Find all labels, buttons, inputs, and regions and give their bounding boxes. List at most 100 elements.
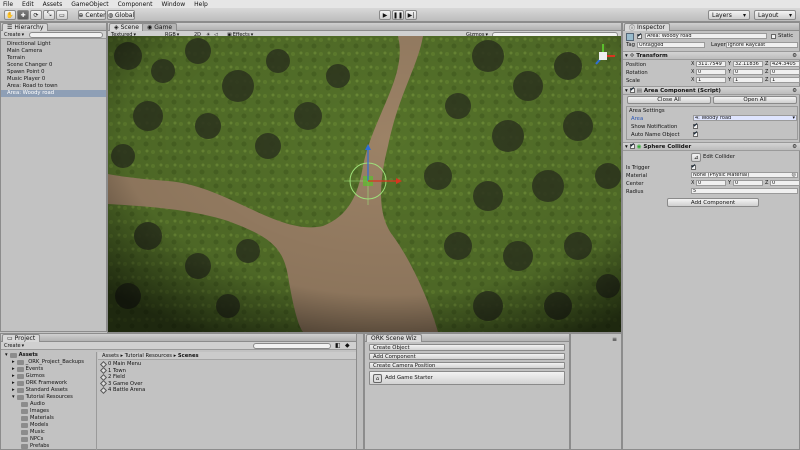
x-field[interactable]: 0	[696, 69, 726, 75]
add-game-starter-button[interactable]: ⌂ Add Game Starter	[369, 371, 565, 385]
create-camera-position-button[interactable]: Create Camera Position	[369, 362, 565, 369]
filter-type-icon[interactable]: ◧	[335, 342, 341, 349]
hierarchy-item[interactable]: Spawn Point 0	[1, 69, 106, 76]
create-object-button[interactable]: Create Object	[369, 344, 565, 351]
menu-edit[interactable]: Edit	[22, 1, 34, 8]
menu-help[interactable]: Help	[194, 1, 208, 8]
layout-dropdown[interactable]: Layout ▾	[754, 10, 796, 20]
play-button[interactable]: ▶	[379, 10, 391, 20]
hierarchy-create-dropdown[interactable]: Create ▾	[4, 32, 24, 38]
radius-field[interactable]: 5	[691, 188, 798, 194]
project-create-dropdown[interactable]: Create ▾	[4, 343, 24, 349]
gear-icon[interactable]: ⚙	[792, 53, 797, 59]
y-field[interactable]: 0	[733, 69, 763, 75]
hierarchy-search-input[interactable]	[29, 32, 103, 38]
object-picker-icon[interactable]: ◎	[792, 173, 796, 177]
x-field[interactable]: 0	[696, 180, 726, 186]
add-component-ork-button[interactable]: Add Component	[369, 353, 565, 360]
menu-gameobject[interactable]: GameObject	[71, 1, 108, 8]
x-field[interactable]: 311.7549	[696, 61, 726, 67]
expand-arrow-icon[interactable]: ▸	[12, 373, 15, 380]
menu-assets[interactable]: Assets	[43, 1, 63, 8]
expand-arrow-icon[interactable]: ▸	[12, 387, 15, 394]
step-button[interactable]: ▶|	[405, 10, 417, 20]
area-component-enabled-checkbox[interactable]	[629, 86, 635, 93]
rect-tool-button[interactable]: ▭	[56, 10, 68, 20]
expand-arrow-icon[interactable]: ▸	[12, 366, 15, 373]
hierarchy-item[interactable]: Terrain	[1, 55, 106, 62]
tab-game[interactable]: ◉ Game	[142, 23, 178, 31]
close-all-button[interactable]: Close All	[627, 96, 711, 104]
hierarchy-item[interactable]: Scene Changer 0	[1, 62, 106, 69]
layer-dropdown[interactable]: Ignore Raycast	[726, 42, 798, 48]
rotate-tool-button[interactable]: ⟳	[30, 10, 42, 20]
menu-window[interactable]: Window	[161, 1, 185, 8]
static-checkbox[interactable]	[771, 34, 776, 39]
x-field[interactable]: 1	[696, 77, 726, 83]
project-search-input[interactable]	[253, 343, 331, 349]
z-field[interactable]: 1	[770, 77, 800, 83]
tag-dropdown[interactable]: Untagged	[637, 42, 705, 48]
expand-arrow-icon[interactable]: ▸	[12, 380, 15, 387]
folder-tree-item[interactable]: Prefabs	[3, 443, 96, 450]
layers-dropdown[interactable]: Layers ▾	[708, 10, 750, 20]
area-dropdown[interactable]: 4: Woody road ▾	[693, 115, 797, 121]
transform-header[interactable]: ▾ ✥ Transform ⚙	[623, 51, 800, 60]
expand-arrow-icon[interactable]: ▾	[5, 352, 8, 359]
folder-tree-item[interactable]: Materials	[3, 415, 96, 422]
tab-ork-scene-wizard[interactable]: ORK Scene Wiz	[366, 334, 422, 342]
object-name-field[interactable]: Area: Woody road	[645, 33, 767, 39]
breadcrumb-tutorial-resources[interactable]: Tutorial Resources	[125, 353, 172, 359]
y-field[interactable]: 32.11836	[733, 61, 763, 67]
hand-tool-button[interactable]: ✋	[4, 10, 16, 20]
auto-name-checkbox[interactable]	[693, 130, 698, 137]
is-trigger-checkbox[interactable]	[691, 163, 696, 170]
hierarchy-item[interactable]: Area: Road to town	[1, 83, 106, 90]
panel-menu-icon[interactable]: ≡	[612, 336, 617, 343]
scene-viewport[interactable]	[108, 36, 621, 332]
menu-component[interactable]: Component	[118, 1, 153, 8]
folder-tree-item[interactable]: ▾ Assets	[3, 352, 96, 359]
expand-arrow-icon[interactable]: ▾	[12, 394, 15, 401]
pause-button[interactable]: ❚❚	[392, 10, 404, 20]
y-field[interactable]: 1	[733, 77, 763, 83]
breadcrumb-assets[interactable]: Assets	[102, 353, 119, 359]
z-field[interactable]: 0	[770, 69, 800, 75]
show-notification-checkbox[interactable]	[693, 122, 698, 129]
y-field[interactable]: 0	[733, 180, 763, 186]
folder-tree-item[interactable]: ▸ ORK Framework	[3, 380, 96, 387]
folder-tree-item[interactable]: ▸ Events	[3, 366, 96, 373]
object-active-checkbox[interactable]	[637, 32, 642, 39]
sphere-collider-header[interactable]: ▾ ◉ Sphere Collider ⚙	[623, 142, 800, 151]
edit-collider-button[interactable]: ⊿	[691, 153, 701, 162]
gear-icon[interactable]: ⚙	[792, 144, 797, 150]
scale-tool-button[interactable]: ⤡	[43, 10, 55, 20]
folder-tree-item[interactable]: ▾ Tutorial Resources	[3, 394, 96, 401]
tab-hierarchy[interactable]: ☰ Hierarchy	[2, 23, 49, 31]
tab-inspector[interactable]: ⓘ Inspector	[624, 23, 671, 32]
hierarchy-item[interactable]: Directional Light	[1, 41, 106, 48]
folder-tree-item[interactable]: Images	[3, 408, 96, 415]
breadcrumb-scenes[interactable]: Scenes	[178, 353, 199, 359]
asset-item[interactable]: 4 Battle Arena	[99, 386, 301, 394]
folder-tree-item[interactable]: ▸ Standard Assets	[3, 387, 96, 394]
filter-label-icon[interactable]: ◆	[345, 342, 350, 349]
material-field[interactable]: None (Physic Material) ◎	[691, 172, 798, 178]
open-all-button[interactable]: Open All	[713, 96, 797, 104]
sphere-collider-enabled-checkbox[interactable]	[629, 142, 635, 149]
move-tool-button[interactable]: ✚	[17, 10, 29, 20]
expand-arrow-icon[interactable]: ▸	[12, 359, 15, 366]
tab-project[interactable]: ▭ Project	[2, 334, 41, 342]
gear-icon[interactable]: ⚙	[792, 88, 797, 94]
z-field[interactable]: 0	[770, 180, 800, 186]
hierarchy-item[interactable]: Main Camera	[1, 48, 106, 55]
pivot-toggle[interactable]: ⊕ Center	[78, 10, 106, 20]
hierarchy-item[interactable]: Music Player 0	[1, 76, 106, 83]
folder-tree-item[interactable]: NPCs	[3, 436, 96, 443]
folder-tree-item[interactable]: Music	[3, 429, 96, 436]
folder-tree-item[interactable]: Models	[3, 422, 96, 429]
space-toggle[interactable]: ◍ Global	[107, 10, 135, 20]
add-component-button[interactable]: Add Component	[667, 198, 759, 207]
z-field[interactable]: 424.3405	[770, 61, 800, 67]
area-component-header[interactable]: ▾ ▤ Area Component (Script) ⚙	[623, 86, 800, 95]
